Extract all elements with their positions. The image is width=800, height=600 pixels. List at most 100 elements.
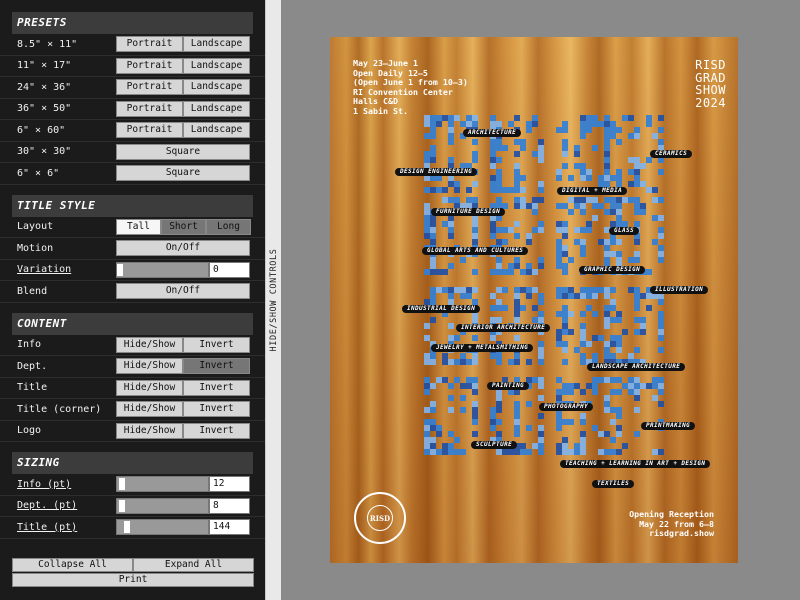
variation-slider[interactable]: [116, 261, 209, 278]
title-pixel: [514, 257, 520, 263]
title-pixel: [424, 419, 430, 425]
sizing-label[interactable]: Dept. (pt): [17, 500, 116, 511]
layout-option-short[interactable]: Short: [161, 218, 206, 235]
hide-show-controls-toggle[interactable]: HIDE/SHOW CONTROLS: [265, 0, 281, 600]
blend-toggle-button[interactable]: On/Off: [116, 283, 250, 300]
title-pixel: [616, 347, 622, 353]
title-pixel: [634, 175, 640, 181]
title-pixel: [424, 407, 430, 413]
title-pixel: [430, 269, 436, 275]
title-pixel: [604, 157, 610, 163]
invert-button[interactable]: Invert: [183, 401, 250, 418]
expand-all-button[interactable]: Expand All: [133, 558, 254, 572]
title-pixel: [538, 221, 544, 227]
portrait-button[interactable]: Portrait: [116, 122, 183, 139]
title-pixel: [472, 353, 478, 359]
square-button[interactable]: Square: [116, 165, 250, 182]
title-pixel: [514, 419, 520, 425]
portrait-button[interactable]: Portrait: [116, 100, 183, 117]
title-pixel: [652, 215, 658, 221]
title-pixel: [514, 115, 520, 121]
landscape-button[interactable]: Landscape: [183, 79, 250, 96]
layout-option-tall[interactable]: Tall: [116, 218, 161, 235]
department-tag-furniture-design: FURNITURE DESIGN: [431, 208, 506, 216]
collapse-all-button[interactable]: Collapse All: [12, 558, 133, 572]
sizing-slider-knob[interactable]: [118, 478, 125, 491]
title-pixel: [592, 389, 598, 395]
hide-show-button[interactable]: Hide/Show: [116, 379, 183, 396]
portrait-button[interactable]: Portrait: [116, 57, 183, 74]
invert-button[interactable]: Invert: [183, 422, 250, 439]
title-pixel: [490, 181, 496, 187]
title-pixel: [604, 163, 610, 169]
title-pixel: [538, 157, 544, 163]
layout-option-long[interactable]: Long: [206, 218, 251, 235]
title-pixel: [430, 317, 436, 323]
title-pixel: [556, 329, 562, 335]
sizing-label[interactable]: Info (pt): [17, 479, 116, 490]
title-pixel: [580, 293, 586, 299]
hide-show-button[interactable]: Hide/Show: [116, 401, 183, 418]
risd-seal-logo: RISD: [354, 492, 406, 544]
landscape-button[interactable]: Landscape: [183, 100, 250, 117]
title-pixel: [430, 145, 436, 151]
title-pixel: [472, 317, 478, 323]
portrait-button[interactable]: Portrait: [116, 79, 183, 96]
title-pixel: [562, 151, 568, 157]
motion-toggle-button[interactable]: On/Off: [116, 240, 250, 257]
content-label: Title (corner): [17, 403, 102, 415]
title-pixel: [442, 353, 448, 359]
title-pixel: [556, 239, 562, 245]
title-pixel: [508, 263, 514, 269]
corner-title: RISD GRAD SHOW 2024: [695, 58, 726, 110]
sizing-header[interactable]: SIZING: [12, 452, 253, 474]
title-pixel: [658, 389, 664, 395]
title-pixel: [562, 127, 568, 133]
invert-button[interactable]: Invert: [183, 379, 250, 396]
title-pixel: [568, 257, 574, 263]
title-pixel: [562, 383, 568, 389]
sizing-slider-knob[interactable]: [118, 499, 125, 512]
title-style-header[interactable]: TITLE STYLE: [12, 194, 253, 217]
title-pixel: [580, 353, 586, 359]
sizing-slider[interactable]: [116, 519, 209, 536]
print-button[interactable]: Print: [12, 573, 254, 587]
invert-button[interactable]: Invert: [183, 358, 250, 375]
title-pixel: [466, 121, 472, 127]
landscape-button[interactable]: Landscape: [183, 36, 250, 53]
portrait-button[interactable]: Portrait: [116, 36, 183, 53]
title-pixel: [460, 287, 466, 293]
variation-label[interactable]: Variation: [17, 264, 116, 275]
sizing-slider[interactable]: [116, 497, 209, 514]
invert-button[interactable]: Invert: [183, 336, 250, 353]
content-header[interactable]: CONTENT: [12, 312, 253, 335]
title-pixel: [652, 239, 658, 245]
variation-value-input[interactable]: 0: [209, 261, 250, 278]
title-pixel: [526, 127, 532, 133]
variation-slider-knob[interactable]: [117, 263, 123, 276]
landscape-button[interactable]: Landscape: [183, 57, 250, 74]
landscape-button[interactable]: Landscape: [183, 122, 250, 139]
title-pixel: [436, 431, 442, 437]
hide-show-button[interactable]: Hide/Show: [116, 336, 183, 353]
blend-label: Blend: [17, 285, 48, 297]
title-pixel: [616, 425, 622, 431]
sizing-value-input[interactable]: 144: [209, 519, 250, 536]
sizing-slider-knob[interactable]: [123, 521, 130, 534]
title-pixel: [490, 175, 496, 181]
sizing-value-input[interactable]: 12: [209, 476, 250, 493]
hide-show-button[interactable]: Hide/Show: [116, 358, 183, 375]
title-pixel: [556, 245, 562, 251]
title-pixel: [460, 395, 466, 401]
sizing-label[interactable]: Title (pt): [17, 522, 116, 533]
hide-show-button[interactable]: Hide/Show: [116, 422, 183, 439]
sizing-slider[interactable]: [116, 476, 209, 493]
title-pixel: [562, 317, 568, 323]
sizing-value-input[interactable]: 8: [209, 497, 250, 514]
title-pixel: [580, 413, 586, 419]
title-pixel: [616, 197, 622, 203]
title-pixel: [652, 197, 658, 203]
square-button[interactable]: Square: [116, 143, 250, 160]
preset-row: 24" × 36" Portrait Landscape: [0, 77, 265, 99]
presets-header[interactable]: PRESETS: [12, 12, 253, 34]
